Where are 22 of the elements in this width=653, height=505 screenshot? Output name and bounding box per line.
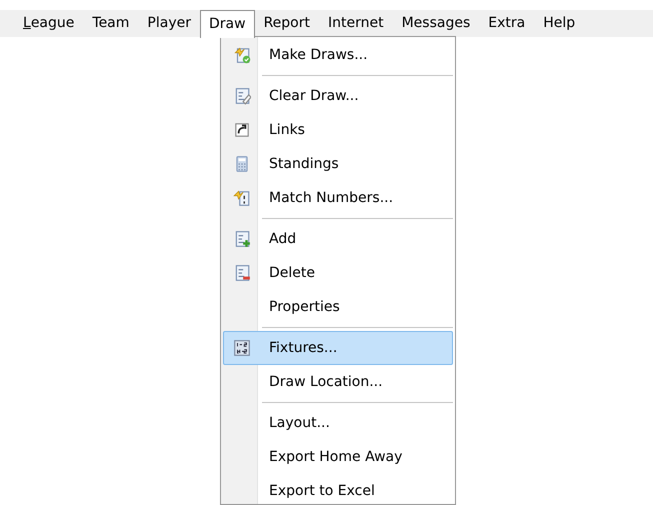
- menu-bar-item[interactable]: Internet: [318, 10, 393, 37]
- menu-item[interactable]: Standings: [223, 147, 453, 181]
- menu-bar-item[interactable]: Player: [138, 10, 200, 37]
- menu-item[interactable]: Export Home Away: [223, 440, 453, 474]
- menu-item[interactable]: Properties: [223, 290, 453, 324]
- menu-bar-item[interactable]: Help: [534, 10, 584, 37]
- menu-bar-item[interactable]: Messages: [392, 10, 480, 37]
- menu-bar-item[interactable]: Report: [254, 10, 319, 37]
- menu-item[interactable]: Export to Excel: [223, 474, 453, 504]
- menu-item[interactable]: Fixtures...: [223, 331, 453, 365]
- menu-item[interactable]: Make Draws...: [223, 38, 453, 72]
- menu-bar-item[interactable]: League: [14, 10, 84, 37]
- menu-item[interactable]: Add: [223, 222, 453, 256]
- menu-item[interactable]: Layout...: [223, 406, 453, 440]
- menu-item[interactable]: Links: [223, 113, 453, 147]
- menu-item[interactable]: Match Numbers...: [223, 181, 453, 215]
- menu-item[interactable]: Clear Draw...: [223, 79, 453, 113]
- menu-bar-item[interactable]: Team: [83, 10, 138, 37]
- menu-bar-item[interactable]: Extra: [479, 10, 534, 37]
- menu-item[interactable]: Delete: [223, 256, 453, 290]
- menu-bar-item[interactable]: Draw: [200, 10, 255, 38]
- menu-item[interactable]: Draw Location...: [223, 365, 453, 399]
